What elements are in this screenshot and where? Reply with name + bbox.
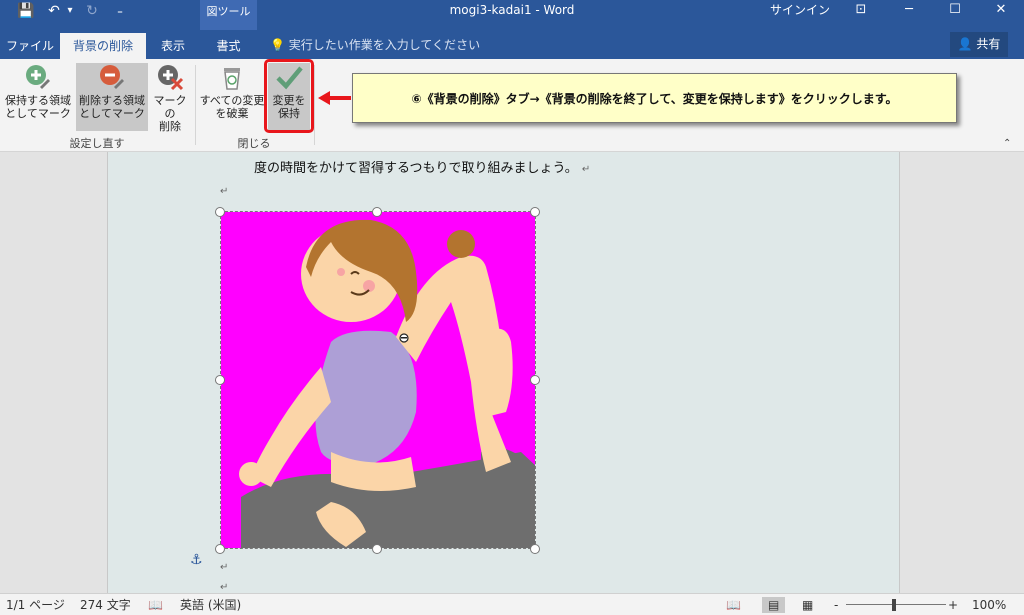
page-edge <box>899 152 900 593</box>
signin-link[interactable]: サインイン <box>770 0 830 20</box>
paragraph-mark: ↵ <box>220 562 229 573</box>
close-icon[interactable]: ✕ <box>978 0 1024 20</box>
tell-me-text: 実行したい作業を入力してください <box>288 38 481 52</box>
minus-pencil-icon <box>100 65 124 89</box>
ribbon-display-options-icon[interactable]: ⊡ <box>838 0 884 20</box>
resize-handle-bottom-right[interactable] <box>530 544 540 554</box>
web-layout-icon[interactable]: ▦ <box>802 597 813 613</box>
undo-menu-icon[interactable]: ▾ <box>64 0 76 22</box>
red-arrow-icon <box>318 91 351 105</box>
ribbon-tabs: ファイル 背景の削除 表示 書式 💡 実行したい作業を入力してください 👤 共有 <box>0 30 1024 59</box>
right-margin <box>900 152 1024 593</box>
resize-handle-left[interactable] <box>215 375 225 385</box>
picture-tools-label: 図ツール <box>200 0 257 30</box>
group-separator <box>314 65 315 145</box>
mark-areas-to-keep-button[interactable]: 保持する領域 としてマーク <box>2 63 74 131</box>
undo-icon[interactable]: ↶ <box>44 0 64 22</box>
body-paragraph[interactable]: 度の時間をかけて習得するつもりで取り組みましょう。 ↵ <box>254 157 590 176</box>
tab-format[interactable]: 書式 <box>200 33 257 59</box>
paragraph-mark: ↵ <box>220 186 229 197</box>
instruction-callout: ⑥《背景の削除》タブ→《背景の削除を終了して、変更を保持します》をクリックします… <box>352 73 957 123</box>
body-text: 度の時間をかけて習得するつもりで取り組みましょう。 <box>254 161 578 176</box>
page-edge <box>107 152 108 593</box>
tab-background-removal[interactable]: 背景の削除 <box>60 33 146 59</box>
mark-remove-label-1: 削除する領域 <box>79 94 145 107</box>
resize-handle-right[interactable] <box>530 375 540 385</box>
zoom-slider-thumb[interactable] <box>892 599 896 611</box>
delete-mark-label-2: 削除 <box>159 120 181 133</box>
customize-qat-icon[interactable]: ₌ <box>110 0 130 22</box>
delete-mark-icon <box>158 65 184 91</box>
paragraph-mark: ↵ <box>581 164 591 175</box>
page-count[interactable]: 1/1 ページ <box>6 597 65 613</box>
redo-icon[interactable]: ↻ <box>82 0 102 22</box>
tab-view[interactable]: 表示 <box>146 33 200 59</box>
group-separator <box>195 65 196 145</box>
group-label-refine: 設定し直す <box>69 137 125 150</box>
resize-handle-top-right[interactable] <box>530 207 540 217</box>
discard-label-1: すべての変更 <box>199 94 265 107</box>
resize-handle-bottom[interactable] <box>372 544 382 554</box>
recycle-bin-icon <box>224 68 240 90</box>
mark-remove-label-2: としてマーク <box>79 107 145 120</box>
tab-file[interactable]: ファイル <box>0 33 60 59</box>
delete-mark-label-1: マークの <box>153 94 187 120</box>
share-label: 共有 <box>976 37 1001 51</box>
status-bar: 1/1 ページ 274 文字 📖 英語 (米国) 📖 ▤ ▦ - + 100% <box>0 593 1024 615</box>
zoom-out-button[interactable]: - <box>834 597 838 613</box>
zoom-slider-track[interactable] <box>846 604 946 605</box>
maximize-icon[interactable]: ☐ <box>932 0 978 20</box>
person-icon: 👤 <box>957 37 973 51</box>
collapse-ribbon-icon[interactable]: ⌃ <box>1003 138 1011 149</box>
read-mode-icon[interactable]: 📖 <box>726 597 741 613</box>
keep-changes-highlight <box>264 59 314 133</box>
paragraph-mark: ↵ <box>220 582 229 593</box>
discard-all-changes-button[interactable]: すべての変更 を破棄 <box>198 63 266 131</box>
word-count[interactable]: 274 文字 <box>80 597 131 613</box>
mark-keep-label-1: 保持する領域 <box>5 94 71 107</box>
discard-label-2: を破棄 <box>215 107 249 120</box>
group-label-close: 閉じる <box>237 137 271 150</box>
left-margin <box>0 152 108 593</box>
resize-handle-bottom-left[interactable] <box>215 544 225 554</box>
anchor-icon: ⚓ <box>190 552 203 568</box>
yoga-picture[interactable] <box>220 211 536 549</box>
share-button[interactable]: 👤 共有 <box>950 32 1008 57</box>
minimize-icon[interactable]: ─ <box>886 0 932 20</box>
tell-me-box[interactable]: 💡 実行したい作業を入力してください <box>270 34 480 56</box>
yoga-woman-image <box>221 212 535 548</box>
resize-handle-top-left[interactable] <box>215 207 225 217</box>
mark-areas-to-remove-button[interactable]: 削除する領域 としてマーク <box>76 63 148 131</box>
resize-handle-top[interactable] <box>372 207 382 217</box>
lightbulb-icon: 💡 <box>270 38 285 52</box>
language[interactable]: 英語 (米国) <box>180 597 241 613</box>
proofing-icon[interactable]: 📖 <box>148 597 163 613</box>
zoom-in-button[interactable]: + <box>948 597 958 613</box>
title-bar: 💾 ↶ ▾ ↻ ₌ 図ツール mogi3-kadai1 - Word サインイン… <box>0 0 1024 30</box>
mark-keep-label-2: としてマーク <box>5 107 71 120</box>
print-layout-icon[interactable]: ▤ <box>762 597 786 613</box>
zoom-level[interactable]: 100% <box>972 597 1006 613</box>
delete-mark-button[interactable]: マークの 削除 <box>150 63 190 133</box>
plus-pencil-icon <box>26 65 50 89</box>
save-icon[interactable]: 💾 <box>14 0 38 22</box>
